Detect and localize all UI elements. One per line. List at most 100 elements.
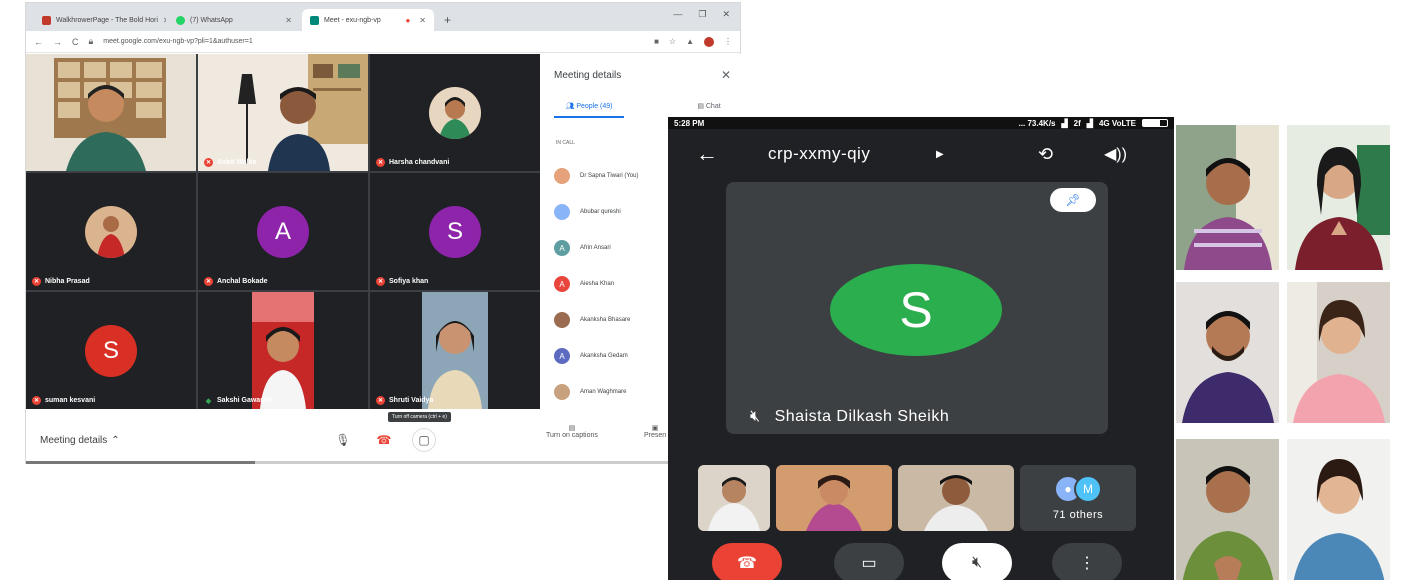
participant-thumbnail[interactable] xyxy=(776,465,892,531)
participant-tile[interactable]: ✕ Nibha Prasad xyxy=(26,173,196,290)
close-icon[interactable]: ✕ xyxy=(163,16,166,25)
caret-right-icon[interactable]: ▶ xyxy=(936,149,944,160)
tab-strip: WalkhrowerPage - The Bold Hori ✕ (7) Wha… xyxy=(26,3,740,31)
person-name: Akanksha Bhasare xyxy=(580,317,631,323)
participant-name: ✕ Ankit Walke xyxy=(204,158,257,167)
participant-name: ✕ Harsha chandvani xyxy=(376,158,450,167)
close-icon[interactable]: ✕ xyxy=(721,68,731,82)
mic-off-icon: 🔇︎ xyxy=(750,408,761,425)
participant-tile[interactable]: S ✕ Sofiya khan xyxy=(370,173,540,290)
browser-tab-1[interactable]: WalkhrowerPage - The Bold Hori ✕ xyxy=(34,9,166,31)
speaker-icon[interactable]: ◀)) xyxy=(1104,144,1127,164)
mic-off-button[interactable]: 🔇︎ xyxy=(942,543,1012,580)
close-window-icon[interactable]: ✕ xyxy=(722,9,730,20)
forward-icon[interactable]: → xyxy=(53,37,62,47)
back-arrow-icon[interactable]: ← xyxy=(696,141,718,167)
participant-name: ✕ Sofiya khan xyxy=(376,277,429,286)
meet-control-bar: Meeting details ⌃ 🎙︎ ☎ ▢ Turn off camera… xyxy=(26,412,741,464)
phone-header: ← crp-xxmy-qiy ▶ ⟲ ◀)) xyxy=(668,129,1174,179)
participant-video xyxy=(422,292,488,409)
avatar[interactable] xyxy=(704,36,714,47)
present-button[interactable]: ▣ Presen xyxy=(644,424,666,439)
status-bar: 5:28 PM ... 73.4K/s ▟ 2f ▟ 4G VoLTE xyxy=(668,117,1174,129)
signal-icon: ▟ xyxy=(1061,118,1068,128)
participant-thumbnail[interactable] xyxy=(898,465,1014,531)
browser-tab-2[interactable]: (7) WhatsApp ✕ xyxy=(168,9,300,31)
phone-screen: 5:28 PM ... 73.4K/s ▟ 2f ▟ 4G VoLTE ← cr… xyxy=(668,117,1174,580)
participant-thumbnails: ● M 71 others xyxy=(698,465,1136,531)
switch-camera-icon[interactable]: ⟲ xyxy=(1038,144,1053,165)
participant-name: ✕ Anchal Bokade xyxy=(204,277,268,286)
tab-people[interactable]: 👥︎ People (49) xyxy=(554,102,624,118)
participant-name: 🔇︎ Shaista Dilkash Sheikh xyxy=(750,408,950,425)
avatar: M xyxy=(1074,475,1102,503)
chat-icon: ▤ xyxy=(697,103,706,110)
tab-chat[interactable]: ▤ Chat xyxy=(684,102,734,118)
participant-tile[interactable]: ✕ Harsha chandvani xyxy=(370,54,540,171)
participant-tile[interactable]: ◆ Sakshi Gawande xyxy=(198,292,368,409)
end-call-button[interactable]: ☎ xyxy=(712,543,782,580)
avatar xyxy=(554,312,570,328)
data-speed: ... 73.4K/s xyxy=(1018,118,1056,128)
back-icon[interactable]: ← xyxy=(34,37,43,47)
person-name: Afrin Ansari xyxy=(580,245,611,251)
camera-indicator-icon[interactable]: ■ xyxy=(654,37,659,47)
person-name: Aiesha Khan xyxy=(580,281,615,287)
participant-tile[interactable]: ✕ Shruti Vaidya xyxy=(370,292,540,409)
avatar xyxy=(554,168,570,184)
window-controls: — ❐ ✕ xyxy=(673,9,730,20)
student-photo xyxy=(1176,125,1279,270)
meet-area: ✕ Ankit Walke ✕ Harsha chandvani ✕ Nibha… xyxy=(26,54,741,464)
meeting-code[interactable]: crp-xxmy-qiy xyxy=(768,144,870,164)
participant-tile[interactable] xyxy=(26,54,196,171)
participant-video xyxy=(198,54,368,171)
reload-icon[interactable]: C xyxy=(72,37,79,47)
others-count: 71 others xyxy=(1052,509,1104,521)
maximize-icon[interactable]: ❐ xyxy=(698,9,706,20)
captions-button[interactable]: ▤ Turn on captions xyxy=(546,424,598,439)
menu-icon[interactable]: ⋮ xyxy=(724,37,732,47)
participant-tile[interactable]: A ✕ Anchal Bokade xyxy=(198,173,368,290)
student-photo xyxy=(1176,282,1279,427)
camera-button[interactable]: ▭ xyxy=(834,543,904,580)
chevron-up-icon: ⌃ xyxy=(111,434,120,446)
pin-icon[interactable]: 📌︎ xyxy=(1050,188,1096,212)
clock: 5:28 PM xyxy=(674,118,705,128)
main-participant-tile[interactable]: 📌︎ S 🔇︎ Shaista Dilkash Sheikh xyxy=(726,182,1108,434)
end-call-button[interactable]: ☎ xyxy=(372,428,396,452)
minimize-icon[interactable]: — xyxy=(673,9,682,20)
others-thumbnail[interactable]: ● M 71 others xyxy=(1020,465,1136,531)
participant-tile[interactable]: ✕ Ankit Walke xyxy=(198,54,368,171)
network-label: 4G VoLTE xyxy=(1098,118,1136,128)
whatsapp-icon xyxy=(176,15,185,25)
mic-off-icon: ✕ xyxy=(32,277,41,286)
student-photo xyxy=(1287,439,1390,580)
participant-photo xyxy=(429,86,481,139)
mic-button[interactable]: 🎙︎ xyxy=(331,428,355,452)
phone-control-bar: ☎ ▭ 🔇︎ ⋮ xyxy=(668,543,1174,580)
participant-grid: ✕ Ankit Walke ✕ Harsha chandvani ✕ Nibha… xyxy=(26,54,540,409)
participant-video xyxy=(252,292,314,409)
participant-thumbnail[interactable] xyxy=(698,465,770,531)
new-tab-icon[interactable]: + xyxy=(436,13,459,31)
avatar: S xyxy=(429,205,481,258)
star-icon[interactable]: ☆ xyxy=(669,37,676,47)
mic-off-icon: ✕ xyxy=(376,396,385,405)
camera-button[interactable]: ▢ xyxy=(412,428,436,452)
participant-name: ✕ Shruti Vaidya xyxy=(376,396,434,405)
mic-off-icon: ✕ xyxy=(376,158,385,167)
url-field[interactable]: meet.google.com/exu-ngb-vp?pli=1&authuse… xyxy=(103,38,644,45)
participant-name: ✕ suman kesvani xyxy=(32,396,96,405)
close-icon[interactable]: ✕ xyxy=(419,16,426,25)
more-vert-icon[interactable]: ⋮ xyxy=(1052,543,1122,580)
page-scrollbar[interactable] xyxy=(26,461,741,464)
participant-tile[interactable]: S ✕ suman kesvani xyxy=(26,292,196,409)
meeting-details-button[interactable]: Meeting details ⌃ xyxy=(40,435,120,446)
close-icon[interactable]: ✕ xyxy=(285,16,292,25)
avatar: A xyxy=(257,205,309,258)
avatar: A xyxy=(554,240,570,256)
browser-window: WalkhrowerPage - The Bold Hori ✕ (7) Wha… xyxy=(25,2,741,464)
extension-icon[interactable]: ▲ xyxy=(686,37,694,47)
avatar: A xyxy=(554,276,570,292)
browser-tab-3[interactable]: Meet - exu-ngb-vp ● ✕ xyxy=(302,9,434,31)
